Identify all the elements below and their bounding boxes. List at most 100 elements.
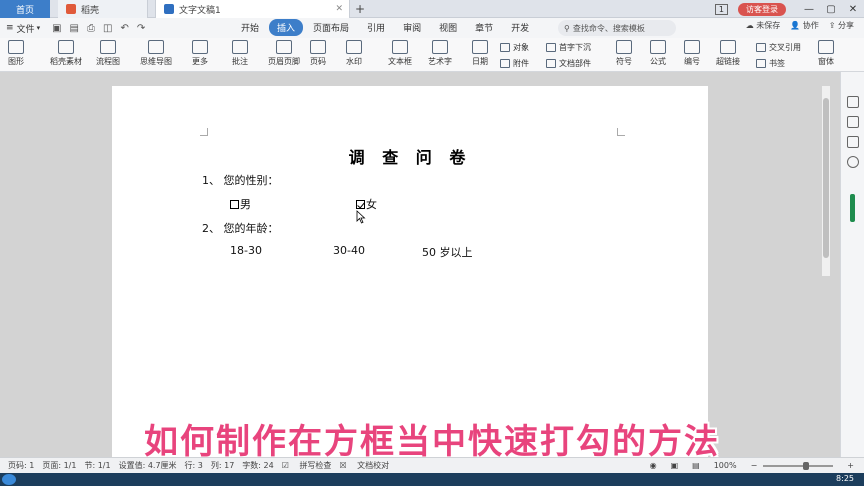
more-button[interactable]: 更多 xyxy=(192,40,208,67)
comment-button[interactable]: 批注 xyxy=(232,40,248,67)
header-footer-button[interactable]: 页眉页脚 xyxy=(268,40,300,67)
close-window-button[interactable]: ✕ xyxy=(842,4,864,15)
object-button[interactable]: 对象 xyxy=(500,42,529,53)
symbol-button[interactable]: 符号 xyxy=(616,40,632,67)
wordart-label: 艺术字 xyxy=(428,57,452,66)
close-tab-icon[interactable]: ✕ xyxy=(335,4,343,14)
zoom-in-icon[interactable]: + xyxy=(847,461,854,470)
document-icon xyxy=(164,4,174,14)
menu-references[interactable]: 引用 xyxy=(359,19,393,36)
save-icon[interactable]: ▣ xyxy=(52,23,61,34)
form-label: 窗体 xyxy=(818,57,834,66)
hyperlink-button[interactable]: 超链接 xyxy=(716,40,740,67)
numbering-button[interactable]: 编号 xyxy=(684,40,700,67)
calendar-icon xyxy=(472,40,488,54)
menu-insert[interactable]: 插入 xyxy=(269,19,304,36)
pi-icon xyxy=(650,40,666,54)
male-checkbox[interactable] xyxy=(230,200,239,209)
flowchart-label: 流程图 xyxy=(96,57,120,66)
read-view-icon[interactable]: ▤ xyxy=(692,461,700,470)
page-number-label: 页码 xyxy=(310,57,326,66)
vertical-scrollbar[interactable] xyxy=(822,86,830,276)
start-button[interactable] xyxy=(2,474,16,485)
status-word-count[interactable]: 字数: 24 xyxy=(242,460,273,471)
guest-login-button[interactable]: 访客登录 xyxy=(738,2,786,16)
proofread-button[interactable]: ☒ 文档校对 xyxy=(339,460,389,471)
date-label: 日期 xyxy=(472,57,488,66)
zoom-out-icon[interactable]: − xyxy=(751,461,758,470)
undo-icon[interactable]: ↶ xyxy=(120,23,128,34)
menu-home[interactable]: 开始 xyxy=(233,19,267,36)
tab-home[interactable]: 首页 xyxy=(0,0,50,18)
new-tab-button[interactable]: + xyxy=(352,0,368,18)
watermark-icon xyxy=(346,40,362,54)
zoom-level[interactable]: 100% xyxy=(714,461,737,470)
menu-review[interactable]: 审阅 xyxy=(395,19,429,36)
form-button[interactable]: 窗体 xyxy=(818,40,834,67)
question-2: 2、 您的年龄： xyxy=(202,222,279,235)
textbox-button[interactable]: 文本框 xyxy=(388,40,412,67)
female-checkbox-checked[interactable] xyxy=(356,200,365,209)
document-title: 调 查 问 卷 xyxy=(348,148,472,167)
mindmap-button[interactable]: 思维导图 xyxy=(140,40,172,67)
open-icon[interactable]: ▤ xyxy=(70,23,79,34)
tab-daoke[interactable]: 稻壳 xyxy=(58,0,148,18)
daoke-material-label: 稻壳素材 xyxy=(50,57,82,66)
style-icon[interactable] xyxy=(847,116,859,128)
menu-developer[interactable]: 开发 xyxy=(503,19,537,36)
menu-view[interactable]: 视图 xyxy=(431,19,465,36)
page-count-badge: 1 xyxy=(714,3,728,15)
select-icon[interactable] xyxy=(847,96,859,108)
tab-document[interactable]: 文字文稿1 ✕ xyxy=(155,0,350,18)
status-row: 行: 3 xyxy=(184,461,203,470)
drop-cap-button[interactable]: 首字下沉 xyxy=(546,42,591,53)
unsaved-button[interactable]: ☁ 未保存 xyxy=(746,20,781,31)
help-icon[interactable] xyxy=(847,156,859,168)
bookmark-button[interactable]: 书签 xyxy=(756,58,785,69)
attachment-label: 附件 xyxy=(513,59,529,68)
print-icon[interactable]: ⎙ xyxy=(87,23,95,34)
document-parts-label: 文档部件 xyxy=(559,59,591,68)
spell-check-button[interactable]: ☑ 拼写检查 xyxy=(282,460,332,471)
shapes-button[interactable]: 图形 xyxy=(8,40,24,67)
numbering-icon xyxy=(684,40,700,54)
formula-button[interactable]: 公式 xyxy=(650,40,666,67)
share-button[interactable]: ⇪ 分享 xyxy=(829,20,854,31)
option-male-label: 男 xyxy=(240,198,251,211)
page-number-icon xyxy=(310,40,326,54)
date-button[interactable]: 日期 xyxy=(472,40,488,67)
watermark-button[interactable]: 水印 xyxy=(346,40,362,67)
command-search-input[interactable]: ⚲ 查找命令、搜索模板 xyxy=(558,20,676,36)
cross-reference-icon xyxy=(756,43,766,52)
status-page-number: 页码: 1 xyxy=(8,461,35,470)
textbox-label: 文本框 xyxy=(388,57,412,66)
scrollbar-thumb[interactable] xyxy=(823,98,829,258)
age-option-1: 18-30 xyxy=(230,244,262,257)
zoom-slider[interactable] xyxy=(763,461,834,470)
daoke-material-button[interactable]: 稻壳素材 xyxy=(50,40,82,67)
status-pages: 页面: 1/1 xyxy=(42,461,77,470)
page-number-button[interactable]: 页码 xyxy=(310,40,326,67)
collaborate-label: 协作 xyxy=(802,21,819,30)
option-female-label: 女 xyxy=(366,198,377,211)
margin-corner-left xyxy=(200,128,208,136)
file-menu[interactable]: ≡ 文件 ▾ xyxy=(6,22,40,35)
collaborate-button[interactable]: 👤 协作 xyxy=(790,20,819,31)
wordart-button[interactable]: 艺术字 xyxy=(428,40,452,67)
file-menu-label: 文件 xyxy=(16,24,35,35)
redo-icon[interactable]: ↷ xyxy=(137,23,145,34)
document-parts-icon xyxy=(546,59,556,68)
page-view-icon[interactable]: ▣ xyxy=(671,461,679,470)
cross-reference-button[interactable]: 交叉引用 xyxy=(756,42,801,53)
preview-icon[interactable]: ◫ xyxy=(103,23,112,34)
maximize-button[interactable]: ▢ xyxy=(820,4,842,15)
menu-chapter[interactable]: 章节 xyxy=(467,19,501,36)
bookmark-icon xyxy=(756,59,766,68)
document-parts-button[interactable]: 文档部件 xyxy=(546,58,591,69)
menu-page-layout[interactable]: 页面布局 xyxy=(305,19,357,36)
eye-icon[interactable]: ◉ xyxy=(650,461,657,470)
minimize-button[interactable]: — xyxy=(798,4,820,15)
flowchart-button[interactable]: 流程图 xyxy=(96,40,120,67)
attachment-button[interactable]: 附件 xyxy=(500,58,529,69)
settings-icon[interactable] xyxy=(847,136,859,148)
